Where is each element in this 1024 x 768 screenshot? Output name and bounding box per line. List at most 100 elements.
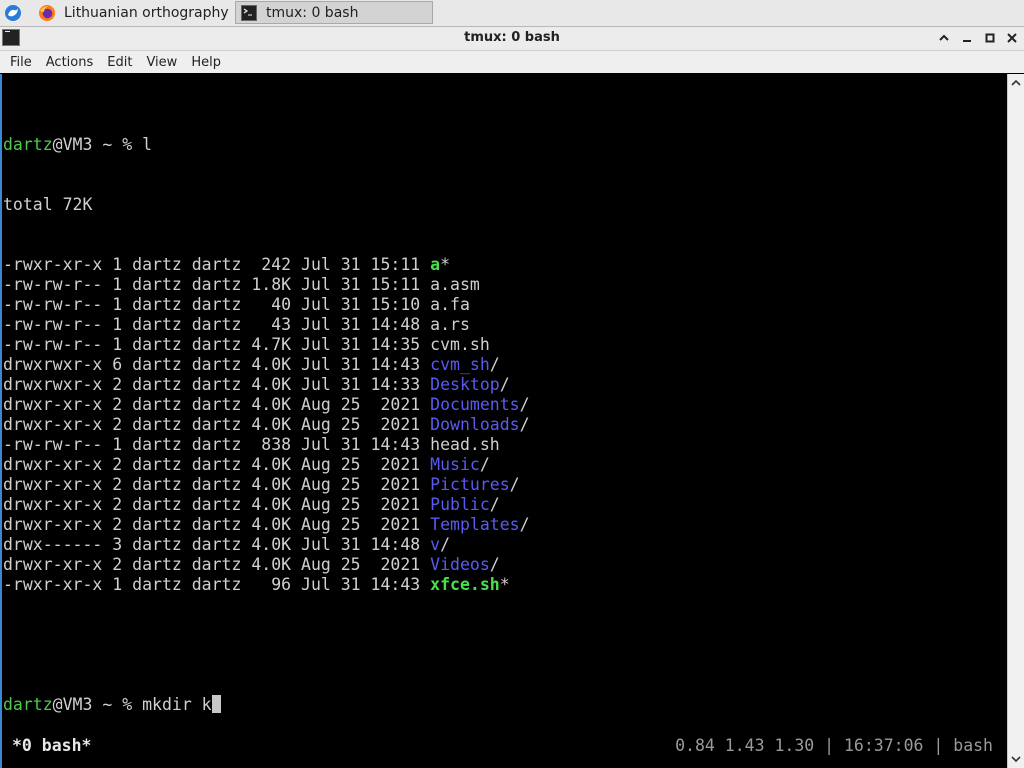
directory-name: Music [430, 455, 480, 474]
listing-row: -rwxr-xr-x 1 dartz dartz 242 Jul 31 15:1… [3, 255, 530, 275]
prompt-user: dartz [3, 135, 53, 154]
directory-name: cvm_sh [430, 355, 490, 374]
maximize-button[interactable] [982, 30, 998, 46]
file-name: head.sh [430, 435, 500, 454]
file-meta: drwxr-xr-x 2 dartz dartz 4.0K Aug 25 202… [3, 555, 431, 574]
command-text: mkdir k [142, 695, 212, 714]
close-icon [1007, 33, 1017, 43]
listing-row: -rwxr-xr-x 1 dartz dartz 96 Jul 31 14:43… [3, 575, 530, 595]
file-meta: -rwxr-xr-x 1 dartz dartz 242 Jul 31 15:1… [3, 255, 431, 274]
command-text: l [142, 135, 153, 154]
file-meta: -rw-rw-r-- 1 dartz dartz 40 Jul 31 15:10 [3, 295, 431, 314]
file-name: a.fa [430, 295, 470, 314]
file-name: xfce.sh [430, 575, 500, 594]
firefox-icon [38, 4, 56, 22]
directory-name: Pictures [430, 475, 510, 494]
listing-row: drwxr-xr-x 2 dartz dartz 4.0K Aug 25 202… [3, 395, 530, 415]
listing-row: drwxrwxr-x 6 dartz dartz 4.0K Jul 31 14:… [3, 355, 530, 375]
file-meta: -rw-rw-r-- 1 dartz dartz 1.8K Jul 31 15:… [3, 275, 431, 294]
menu-bar: File Actions Edit View Help [0, 51, 1024, 73]
file-type-suffix: / [440, 535, 451, 554]
file-type-suffix: / [509, 475, 520, 494]
file-type-suffix: / [519, 415, 530, 434]
file-type-suffix: / [479, 455, 490, 474]
file-name: a [430, 255, 441, 274]
prompt-line: dartz@VM3 ~ % l [3, 135, 530, 155]
terminal-icon [240, 4, 258, 22]
file-name: cvm.sh [430, 335, 490, 354]
chevron-down-icon [1011, 756, 1021, 763]
file-meta: drwxr-xr-x 2 dartz dartz 4.0K Aug 25 202… [3, 495, 431, 514]
close-button[interactable] [1004, 30, 1020, 46]
directory-name: Downloads [430, 415, 520, 434]
menu-file[interactable]: File [0, 55, 39, 70]
file-meta: -rw-rw-r-- 1 dartz dartz 4.7K Jul 31 14:… [3, 335, 431, 354]
menu-view[interactable]: View [139, 55, 184, 70]
file-meta: drwxr-xr-x 2 dartz dartz 4.0K Aug 25 202… [3, 455, 431, 474]
app-menu-icon [5, 5, 21, 21]
shade-button[interactable] [936, 30, 952, 46]
file-meta: -rw-rw-r-- 1 dartz dartz 838 Jul 31 14:4… [3, 435, 431, 454]
scroll-down-button[interactable] [1008, 751, 1024, 767]
tmux-status-right: 0.84 1.43 1.30 | 16:37:06 | bash [675, 736, 993, 755]
scrollbar[interactable] [1007, 74, 1024, 768]
prompt-host: @VM3 ~ % [52, 695, 143, 714]
file-type-suffix: * [499, 575, 510, 594]
total-line: total 72K [3, 195, 93, 214]
text-cursor [211, 695, 221, 713]
scroll-up-button[interactable] [1008, 75, 1024, 91]
menu-edit[interactable]: Edit [100, 55, 139, 70]
file-name: a.asm [430, 275, 480, 294]
app-menu-button[interactable] [2, 2, 24, 24]
file-meta: drwxr-xr-x 2 dartz dartz 4.0K Aug 25 202… [3, 415, 431, 434]
taskbar-item-firefox[interactable]: Lithuanian orthography ... [34, 1, 234, 24]
listing-row: -rw-rw-r-- 1 dartz dartz 40 Jul 31 15:10… [3, 295, 530, 315]
maximize-icon [985, 33, 995, 43]
taskbar: Lithuanian orthography ... tmux: 0 bash [0, 0, 1024, 27]
taskbar-item-label: tmux: 0 bash [266, 4, 359, 21]
file-type-suffix: / [489, 555, 500, 574]
directory-name: Templates [430, 515, 520, 534]
terminal-output: dartz@VM3 ~ % l total 72K -rwxr-xr-x 1 d… [3, 95, 530, 755]
listing-row: drwxr-xr-x 2 dartz dartz 4.0K Aug 25 202… [3, 475, 530, 495]
window-titlebar[interactable]: tmux: 0 bash [0, 27, 1024, 51]
file-meta: drwxr-xr-x 2 dartz dartz 4.0K Aug 25 202… [3, 475, 431, 494]
terminal-area[interactable]: dartz@VM3 ~ % l total 72K -rwxr-xr-x 1 d… [0, 74, 1007, 768]
file-meta: drwxrwxr-x 2 dartz dartz 4.0K Jul 31 14:… [3, 375, 431, 394]
menu-help[interactable]: Help [184, 55, 228, 70]
file-type-suffix: / [519, 515, 530, 534]
chevron-up-icon [939, 34, 949, 41]
file-type-suffix: * [440, 255, 451, 274]
directory-name: Documents [430, 395, 520, 414]
file-listing: -rwxr-xr-x 1 dartz dartz 242 Jul 31 15:1… [3, 255, 530, 595]
file-meta: drwx------ 3 dartz dartz 4.0K Jul 31 14:… [3, 535, 431, 554]
minimize-button[interactable] [959, 30, 975, 46]
directory-name: Desktop [430, 375, 500, 394]
file-meta: -rwxr-xr-x 1 dartz dartz 96 Jul 31 14:43 [3, 575, 431, 594]
listing-row: -rw-rw-r-- 1 dartz dartz 4.7K Jul 31 14:… [3, 335, 530, 355]
prompt-user: dartz [3, 695, 53, 714]
tmux-status-bar: *0 bash* 0.84 1.43 1.30 | 16:37:06 | bas… [2, 722, 1007, 768]
menu-actions[interactable]: Actions [39, 55, 101, 70]
directory-name: v [430, 535, 441, 554]
listing-row: -rw-rw-r-- 1 dartz dartz 1.8K Jul 31 15:… [3, 275, 530, 295]
taskbar-item-terminal[interactable]: tmux: 0 bash [235, 1, 433, 24]
file-meta: -rw-rw-r-- 1 dartz dartz 43 Jul 31 14:48 [3, 315, 431, 334]
taskbar-item-label: Lithuanian orthography ... [64, 4, 234, 21]
file-meta: drwxrwxr-x 6 dartz dartz 4.0K Jul 31 14:… [3, 355, 431, 374]
file-meta: drwxr-xr-x 2 dartz dartz 4.0K Aug 25 202… [3, 515, 431, 534]
listing-row: -rw-rw-r-- 1 dartz dartz 838 Jul 31 14:4… [3, 435, 530, 455]
listing-row: drwx------ 3 dartz dartz 4.0K Jul 31 14:… [3, 535, 530, 555]
chevron-up-icon [1011, 79, 1021, 86]
file-type-suffix: / [499, 375, 510, 394]
directory-name: Public [430, 495, 490, 514]
prompt-line: dartz@VM3 ~ % mkdir k [3, 695, 530, 715]
listing-row: drwxr-xr-x 2 dartz dartz 4.0K Aug 25 202… [3, 455, 530, 475]
tmux-window-label[interactable]: *0 bash* [12, 736, 91, 755]
listing-row: drwxr-xr-x 2 dartz dartz 4.0K Aug 25 202… [3, 515, 530, 535]
minimize-icon [963, 40, 971, 42]
window-title: tmux: 0 bash [464, 30, 560, 45]
directory-name: Videos [430, 555, 490, 574]
listing-row: drwxr-xr-x 2 dartz dartz 4.0K Aug 25 202… [3, 415, 530, 435]
